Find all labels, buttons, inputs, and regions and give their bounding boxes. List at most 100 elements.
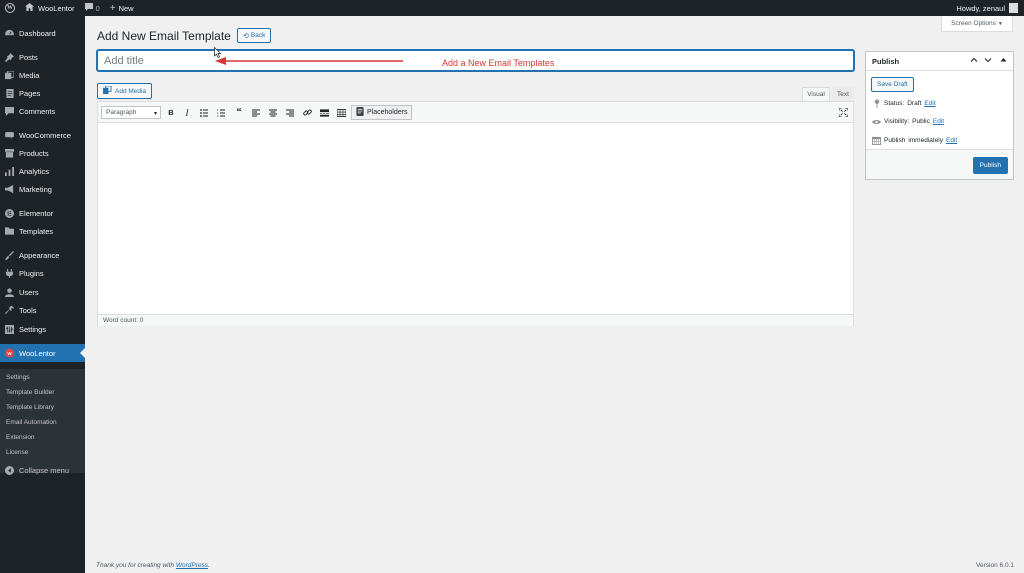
comment-bubble-icon xyxy=(84,3,93,13)
sidebar-item-pages[interactable]: Pages xyxy=(0,84,85,102)
sidebar-item-tools[interactable]: Tools xyxy=(0,301,85,319)
submenu-item-template-library[interactable]: Template Library xyxy=(6,404,54,411)
bullet-list-icon[interactable] xyxy=(199,107,209,118)
wordpress-link[interactable]: WordPress xyxy=(176,562,208,569)
new-content-link[interactable]: + New xyxy=(105,0,139,16)
submenu-item-settings[interactable]: Settings xyxy=(6,374,30,381)
caret-up-icon[interactable] xyxy=(1000,56,1007,66)
collapse-label: Collapse menu xyxy=(19,465,70,475)
publish-box-title: Publish xyxy=(872,56,900,66)
woo-icon xyxy=(5,131,14,140)
sidebar-item-label: Pages xyxy=(19,88,41,98)
svg-text:3: 3 xyxy=(217,114,219,117)
calendar-icon xyxy=(872,136,881,145)
sidebar-item-label: Comments xyxy=(19,106,56,116)
fullscreen-icon[interactable] xyxy=(838,107,848,117)
edit-publish-time-link[interactable]: Edit xyxy=(946,137,957,144)
publish-time-value: immediately xyxy=(908,137,944,144)
toolbar-toggle-icon[interactable] xyxy=(336,107,346,118)
avatar xyxy=(1009,3,1018,13)
align-center-icon[interactable] xyxy=(268,107,278,118)
numbered-list-icon[interactable]: 123 xyxy=(216,107,226,118)
submenu-item-template-builder[interactable]: Template Builder xyxy=(6,389,54,396)
sidebar-item-dashboard[interactable]: Dashboard xyxy=(0,24,85,42)
sidebar-item-label: Tools xyxy=(19,305,37,315)
folder-icon xyxy=(5,227,14,236)
add-media-label: Add Media xyxy=(115,87,147,95)
publish-button-label: Publish xyxy=(979,162,1001,169)
submenu-item-email-automation[interactable]: Email Automation xyxy=(6,419,57,426)
sidebar-item-users[interactable]: Users xyxy=(0,283,85,301)
italic-icon[interactable]: I xyxy=(182,107,192,118)
add-media-button[interactable]: Add Media xyxy=(97,83,153,99)
save-draft-button[interactable]: Save Draft xyxy=(871,77,914,92)
woolentor-submenu: Settings Template Builder Template Libra… xyxy=(0,369,85,473)
align-left-icon[interactable] xyxy=(251,107,261,118)
sidebar-item-products[interactable]: Products xyxy=(0,144,85,162)
blockquote-icon[interactable]: “ xyxy=(234,107,244,118)
settings-icon xyxy=(5,324,14,334)
sidebar-item-label: WooCommerce xyxy=(19,130,71,140)
chevron-down-icon[interactable] xyxy=(984,56,992,66)
footer-thanks: Thank you for creating with WordPress. xyxy=(96,562,210,569)
collapse-menu-button[interactable]: Collapse menu xyxy=(0,461,85,479)
my-account-menu[interactable]: Howdy, zenaul xyxy=(956,3,1024,13)
sidebar-item-plugins[interactable]: Plugins xyxy=(0,264,85,282)
media-icon xyxy=(5,70,14,80)
sidebar-item-settings[interactable]: Settings xyxy=(0,320,85,338)
placeholders-button[interactable]: Placeholders xyxy=(351,105,413,120)
sidebar-item-posts[interactable]: Posts xyxy=(0,48,85,66)
dashboard-icon xyxy=(5,29,14,38)
edit-visibility-link[interactable]: Edit xyxy=(933,118,944,125)
status-label: Status: xyxy=(884,100,905,107)
format-select[interactable]: Paragraph ▾ xyxy=(101,106,161,119)
sidebar-item-woocommerce[interactable]: WooCommerce xyxy=(0,126,85,144)
back-button[interactable]: ⟲ Back xyxy=(237,28,272,43)
sidebar-item-marketing[interactable]: Marketing xyxy=(0,180,85,198)
mouse-cursor-icon xyxy=(214,47,221,58)
sidebar-item-analytics[interactable]: Analytics xyxy=(0,162,85,180)
link-icon[interactable] xyxy=(302,107,312,118)
screen-options-button[interactable]: Screen Options ▼ xyxy=(941,16,1013,32)
site-name-link[interactable]: WooLentor xyxy=(20,0,80,16)
publish-button[interactable]: Publish xyxy=(972,157,1008,174)
read-more-icon[interactable] xyxy=(319,107,329,118)
submenu-item-extension[interactable]: Extension xyxy=(6,434,35,441)
visibility-value: Public xyxy=(912,118,930,125)
align-right-icon[interactable] xyxy=(285,107,295,118)
edit-status-link[interactable]: Edit xyxy=(924,100,935,107)
submenu-item-license[interactable]: License xyxy=(6,449,28,456)
sidebar-item-label: Settings xyxy=(19,324,47,334)
tab-visual[interactable]: Visual xyxy=(802,87,830,101)
annotation-label: Add a New Email Templates xyxy=(442,58,555,68)
visibility-row: Visibility: Public Edit xyxy=(872,118,944,125)
tab-text[interactable]: Text xyxy=(832,87,854,101)
pin-icon xyxy=(872,99,881,108)
paintbrush-icon xyxy=(5,250,14,260)
plus-icon: + xyxy=(109,2,116,14)
page-title: Add New Email Template xyxy=(97,29,231,43)
sidebar-item-elementor[interactable]: Elementor xyxy=(0,204,85,222)
back-label: Back xyxy=(250,32,266,39)
sidebar-item-media[interactable]: Media xyxy=(0,66,85,84)
sidebar-item-label: Elementor xyxy=(19,208,54,218)
megaphone-icon xyxy=(5,184,14,194)
users-icon xyxy=(5,287,14,297)
bold-icon[interactable]: B xyxy=(166,107,176,118)
editor-content-area[interactable] xyxy=(98,123,853,314)
sidebar-item-appearance[interactable]: Appearance xyxy=(0,246,85,264)
caret-down-icon: ▼ xyxy=(997,20,1003,27)
chevron-up-icon[interactable] xyxy=(970,56,978,66)
home-icon xyxy=(25,3,34,13)
media-icon xyxy=(103,85,112,96)
editor-toolbar: Paragraph ▾ B I 123 “ Placeholders xyxy=(98,102,853,123)
comments-link[interactable]: 0 xyxy=(80,0,105,16)
chevron-down-icon: ▾ xyxy=(153,111,157,117)
sidebar-item-woolentor[interactable]: W WooLentor xyxy=(0,344,85,362)
pin-icon xyxy=(5,52,14,62)
sidebar-item-templates[interactable]: Templates xyxy=(0,222,85,240)
collapse-icon xyxy=(5,465,14,475)
wordpress-logo-menu[interactable]: W xyxy=(0,0,20,16)
sidebar-item-comments[interactable]: Comments xyxy=(0,102,85,120)
bar-chart-icon xyxy=(5,166,14,176)
